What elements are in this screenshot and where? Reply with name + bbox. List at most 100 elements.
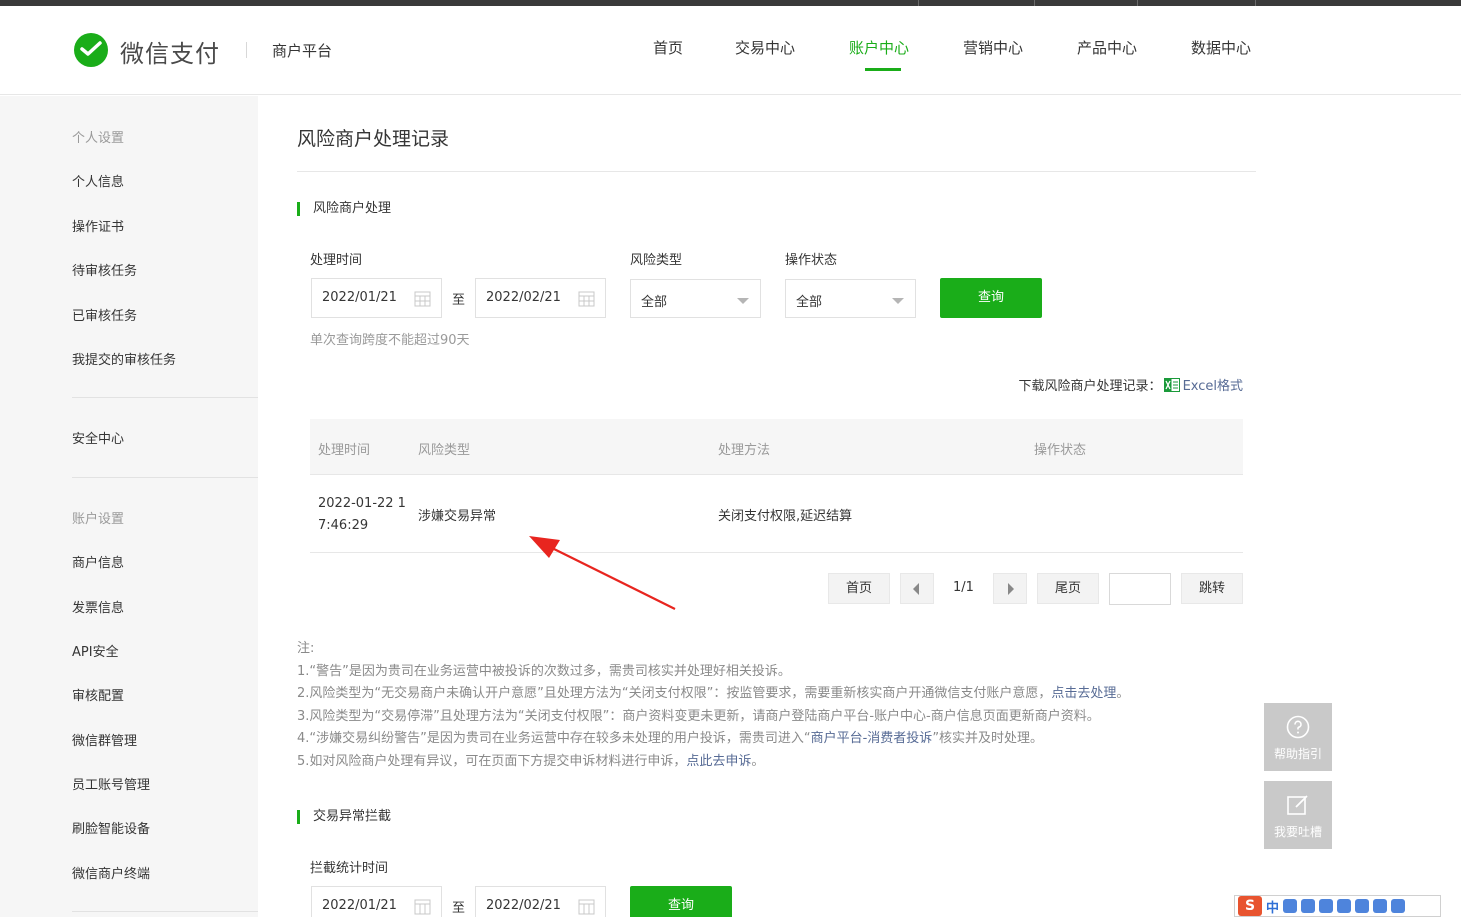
sidebar-item-my-submitted[interactable]: 我提交的审核任务 <box>72 349 176 368</box>
nav-data[interactable]: 数据中心 <box>1191 37 1251 58</box>
notes: 注: 1.“警告”是因为贵司在业务运营中被投诉的次数过多，需贵司核实并处理好相关… <box>297 638 1129 773</box>
nav-transactions[interactable]: 交易中心 <box>735 37 795 58</box>
excel-download-link[interactable]: Excel格式 <box>1183 375 1243 394</box>
end-date-value: 2022/02/21 <box>486 290 561 305</box>
note-line-2: 2.风险类型为“无交易商户未确认开户意愿”且处理方法为“关闭支付权限”：按监管要… <box>297 683 1129 706</box>
end-date-input[interactable]: 2022/02/21 <box>475 278 606 318</box>
sidebar-item-merchant-terminal[interactable]: 微信商户终端 <box>72 863 150 882</box>
nav-marketing[interactable]: 营销中心 <box>963 37 1023 58</box>
calendar-icon <box>578 291 595 307</box>
note-text: 4.“涉嫌交易纠纷警告”是因为贵司在业务运营中存在较多未处理的用户投诉，需贵司进… <box>297 731 811 746</box>
note-line-1: 1.“警告”是因为贵司在业务运营中被投诉的次数过多，需贵司核实并处理好相关投诉。 <box>297 663 791 679</box>
help-guide-button[interactable]: 帮助指引 <box>1264 703 1332 771</box>
table-header: 处理时间 风险类型 处理方法 操作状态 <box>310 419 1243 475</box>
intercept-range-to: 至 <box>452 901 466 916</box>
intercept-start-date-input[interactable]: 2022/01/21 <box>311 886 442 917</box>
feedback-button[interactable]: 我要吐槽 <box>1264 781 1332 849</box>
sidebar-group-account: 账户设置 <box>72 512 125 527</box>
sidebar-group-personal: 个人设置 <box>72 131 125 146</box>
risk-type-select[interactable]: 全部 <box>630 279 761 318</box>
risk-type-label: 风险类型 <box>630 253 683 268</box>
skin-icon <box>1373 899 1388 913</box>
sidebar-item-invoice-info[interactable]: 发票信息 <box>72 597 124 616</box>
pager-next-button[interactable] <box>993 573 1027 604</box>
ime-toolbar[interactable]: S 中 <box>1234 895 1441 917</box>
excel-icon <box>1163 377 1180 392</box>
sidebar-item-wechat-group[interactable]: 微信群管理 <box>72 730 137 749</box>
sidebar-item-review-config[interactable]: 审核配置 <box>72 685 124 704</box>
section-title-intercept: 交易异常拦截 <box>297 810 391 824</box>
intercept-start-date-value: 2022/01/21 <box>322 898 397 913</box>
sidebar-item-staff-account[interactable]: 员工账号管理 <box>72 774 150 793</box>
ime-language: 中 <box>1266 900 1280 916</box>
sidebar-item-pending-review[interactable]: 待审核任务 <box>72 260 137 279</box>
note-link-complaints[interactable]: 商户平台-消费者投诉 <box>811 731 933 746</box>
op-status-value: 全部 <box>796 295 823 310</box>
title-divider <box>297 171 1256 172</box>
feedback-label: 我要吐槽 <box>1273 825 1322 839</box>
sidebar: 个人设置 个人信息 操作证书 待审核任务 已审核任务 我提交的审核任务 安全中心… <box>0 96 258 917</box>
column-header-type: 风险类型 <box>418 443 471 458</box>
sidebar-item-personal-info[interactable]: 个人信息 <box>72 171 124 190</box>
chevron-down-icon <box>737 298 749 304</box>
note-text: 2.风险类型为“无交易商户未确认开户意愿”且处理方法为“关闭支付权限”：按监管要… <box>297 686 1052 701</box>
nav-products[interactable]: 产品中心 <box>1077 37 1137 58</box>
nav-home[interactable]: 首页 <box>653 37 683 58</box>
note-text: 。 <box>751 753 765 769</box>
note-line-4: 4.“涉嫌交易纠纷警告”是因为贵司在业务运营中存在较多未处理的用户投诉，需贵司进… <box>297 728 1129 751</box>
sidebar-item-security-center[interactable]: 安全中心 <box>72 428 124 447</box>
sidebar-item-merchant-info[interactable]: 商户信息 <box>72 552 124 571</box>
punctuation-icon <box>1283 899 1298 913</box>
logo-text: 微信支付 <box>120 39 220 68</box>
table-row: 2022-01-22 17:46:29 涉嫌交易异常 关闭支付权限,延迟结算 <box>310 476 1243 553</box>
op-status-select[interactable]: 全部 <box>785 279 916 318</box>
sidebar-item-face-device[interactable]: 刷脸智能设备 <box>72 818 150 837</box>
pager-count: 1/1 <box>953 580 974 595</box>
platform-name: 商户平台 <box>272 42 333 60</box>
notes-heading: 注: <box>297 641 315 656</box>
calendar-icon <box>414 899 431 915</box>
query-button[interactable]: 查询 <box>940 278 1042 318</box>
section-title-risk: 风险商户处理 <box>297 202 391 216</box>
microphone-icon <box>1319 899 1334 913</box>
nav-account[interactable]: 账户中心 <box>849 37 909 58</box>
column-header-method: 处理方法 <box>718 443 771 458</box>
intercept-time-label: 拦截统计时间 <box>310 861 389 876</box>
sidebar-item-reviewed[interactable]: 已审核任务 <box>72 305 137 324</box>
pager-prev-button[interactable] <box>900 573 934 604</box>
sidebar-divider <box>72 397 258 398</box>
note-text: 。 <box>1116 686 1130 701</box>
column-header-time: 处理时间 <box>318 443 371 458</box>
grid-icon <box>1391 899 1406 913</box>
op-status-label: 操作状态 <box>785 253 838 268</box>
intercept-end-date-input[interactable]: 2022/02/21 <box>475 886 606 917</box>
note-link-handle[interactable]: 点击去处理 <box>1051 686 1116 701</box>
sidebar-item-op-cert[interactable]: 操作证书 <box>72 216 124 235</box>
download-label: 下载风险商户处理记录： <box>1018 379 1162 394</box>
download-row: 下载风险商户处理记录： Excel格式 <box>1019 375 1243 394</box>
wechat-pay-logo-icon <box>72 32 110 70</box>
intercept-query-button[interactable]: 查询 <box>630 886 732 917</box>
note-text: 5.如对风险商户处理有异议，可在页面下方提交申诉材料进行申诉， <box>297 753 687 769</box>
query-span-hint: 单次查询跨度不能超过90天 <box>310 333 470 348</box>
keyboard-icon <box>1337 899 1352 913</box>
note-link-appeal[interactable]: 点此去申诉 <box>686 754 751 769</box>
wechat-pay-logo[interactable]: 微信支付 <box>72 32 220 70</box>
sogou-icon: S <box>1238 896 1262 916</box>
chevron-right-icon <box>1008 583 1014 595</box>
pager-last-button[interactable]: 尾页 <box>1037 573 1099 604</box>
sidebar-item-api-security[interactable]: API安全 <box>72 641 119 660</box>
pager-first-button[interactable]: 首页 <box>828 573 890 604</box>
edit-icon <box>1287 795 1308 815</box>
note-line-5: 5.如对风险商户处理有异议，可在页面下方提交申诉材料进行申诉，点此去申诉。 <box>297 751 1129 774</box>
start-date-input[interactable]: 2022/01/21 <box>311 278 442 318</box>
risk-type-value: 全部 <box>641 295 668 310</box>
pager-jump-input[interactable] <box>1109 573 1171 605</box>
chevron-down-icon <box>892 298 904 304</box>
user-icon <box>1355 899 1370 913</box>
chevron-left-icon <box>913 583 919 595</box>
pager-jump-button[interactable]: 跳转 <box>1181 573 1243 604</box>
nav-active-underline <box>865 68 901 71</box>
note-text: ”核实并及时处理。 <box>932 731 1044 746</box>
note-line-3: 3.风险类型为“交易停滞”且处理方法为“关闭支付权限”：商户资料变更未更新，请商… <box>297 708 1100 724</box>
